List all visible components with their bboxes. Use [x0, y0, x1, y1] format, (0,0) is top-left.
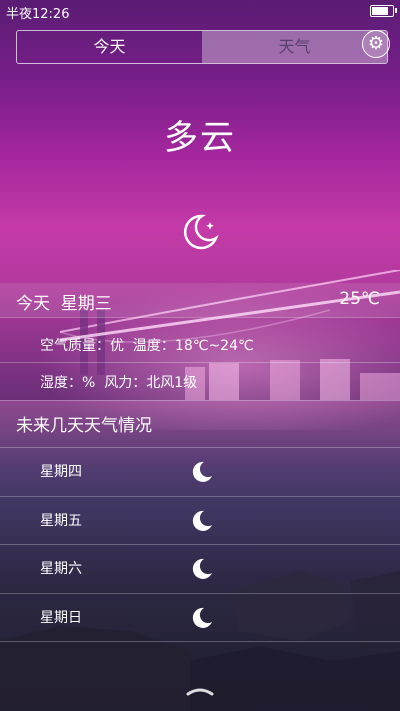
forecast-title: 未来几天天气情况: [16, 416, 152, 436]
tab-today[interactable]: 今天: [17, 31, 202, 63]
moon-icon: [183, 214, 219, 250]
forecast-row[interactable]: 星期五: [0, 497, 400, 545]
chevron-up-icon[interactable]: [186, 686, 214, 696]
forecast-day: 星期五: [40, 512, 82, 529]
forecast-row[interactable]: 星期日: [0, 594, 400, 642]
air-quality-text: 空气质量：优 温度：18℃~24℃: [40, 338, 254, 354]
forecast-row[interactable]: 星期六: [0, 545, 400, 594]
today-summary-row: 今天 星期三 25℃: [0, 283, 400, 317]
weather-screen: 半夜12:26 今天 天气 ⚙ 多云 今天 星期三 25℃ 空气质量：优 温度：…: [0, 0, 400, 711]
moon-icon: [192, 461, 212, 482]
forecast-day: 星期六: [40, 561, 82, 577]
tab-bar: 今天 天气: [16, 30, 388, 64]
forecast-list: 星期四 星期五 星期六 星期日: [0, 448, 400, 642]
temp-range-text: 温度：18℃~24℃: [132, 338, 254, 354]
moon-icon: [192, 558, 212, 579]
forecast-day: 星期日: [40, 609, 82, 626]
status-time: 半夜12:26: [6, 7, 70, 22]
battery-icon: [370, 5, 397, 17]
gear-icon[interactable]: ⚙: [362, 30, 390, 58]
tab-weather[interactable]: 天气: [202, 31, 387, 63]
moon-icon: [192, 510, 212, 531]
status-bar: 半夜12:26: [0, 0, 400, 22]
current-temperature: 25℃: [339, 289, 380, 309]
weather-condition: 多云: [164, 118, 236, 158]
moon-icon: [192, 607, 212, 628]
today-day-label: 今天 星期三: [16, 294, 112, 314]
forecast-day: 星期四: [40, 464, 82, 480]
forecast-row[interactable]: 星期四: [0, 448, 400, 497]
humidity-text: 湿度：% 风力：北风1级: [40, 375, 198, 391]
wind-text: 风力：北风1级: [104, 375, 198, 391]
